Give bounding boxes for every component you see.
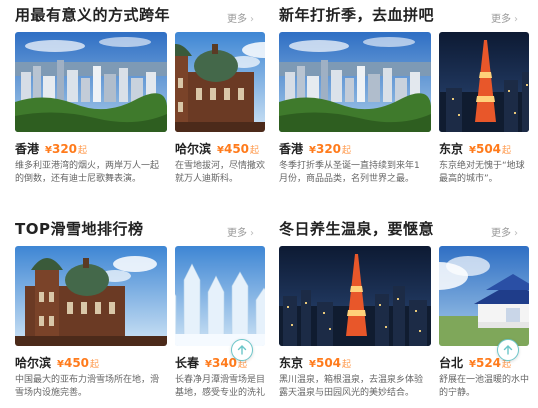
destination-desc: 在雪地拔河，尽情撒欢 就万人迪斯科。 xyxy=(175,161,266,184)
section-shopping: 新年打折季，去血拼吧 更多 › 香港 ¥320起 冬季打折季从圣诞一直持续到来年1 月… xyxy=(279,4,533,202)
destination-image xyxy=(15,32,167,132)
city-name: 长春 xyxy=(175,356,200,370)
city-name: 香港 xyxy=(279,142,304,156)
city-name: 东京 xyxy=(439,142,464,156)
destination-card[interactable]: 长春 ¥340起 长春净月潭滑雪场是目 基地，感受专业的洗礼 xyxy=(175,246,265,408)
price: ¥320起 xyxy=(309,142,352,156)
arrow-up-icon xyxy=(237,345,247,355)
destination-image xyxy=(175,246,265,346)
chevron-right-icon: › xyxy=(514,14,518,25)
section-title: 冬日养生温泉，要惬意 xyxy=(279,220,435,238)
destination-desc: 维多利亚港湾的烟火，两岸万人一起 的倒数，还有迪士尼歌舞表演。 xyxy=(15,161,160,184)
destination-desc: 冬季打折季从圣诞一直持续到来年1 月份，商品品类，名列世界之最。 xyxy=(279,161,420,184)
back-to-top-button[interactable] xyxy=(497,339,519,361)
more-label: 更多 xyxy=(491,14,511,25)
destination-desc: 东京绝对无愧于“地球 最高的城市”。 xyxy=(439,161,525,184)
more-link[interactable]: 更多 › xyxy=(491,224,518,239)
more-label: 更多 xyxy=(227,228,247,239)
price: ¥504起 xyxy=(309,356,352,370)
destination-image xyxy=(439,32,529,132)
back-to-top-button[interactable] xyxy=(231,339,253,361)
destination-card[interactable]: 东京 ¥504起 东京绝对无愧于“地球 最高的城市”。 xyxy=(439,32,529,202)
section-new-year: 用最有意义的方式跨年 更多 › 香港 ¥320起 维多利亚港湾的烟火，两岸万人一起的… xyxy=(15,4,269,202)
destination-card[interactable]: 香港 ¥320起 冬季打折季从圣诞一直持续到来年1 月份，商品品类，名列世界之最。 xyxy=(279,32,431,202)
destination-image xyxy=(279,246,431,346)
destination-card[interactable]: 香港 ¥320起 维多利亚港湾的烟火，两岸万人一起 的倒数，还有迪士尼歌舞表演。 xyxy=(15,32,167,202)
more-link[interactable]: 更多 › xyxy=(491,10,518,25)
more-link[interactable]: 更多 › xyxy=(227,10,254,25)
price: ¥450起 xyxy=(217,142,260,156)
price: ¥504起 xyxy=(469,142,512,156)
destination-desc: 舒展在一池温暖的水中 的宁静。 xyxy=(439,375,530,398)
destination-card[interactable]: 东京 ¥504起 黑川温泉，箱根温泉，去温泉乡体验 露天温泉与田园风光的美妙结合。 xyxy=(279,246,431,408)
more-label: 更多 xyxy=(491,228,511,239)
more-label: 更多 xyxy=(227,14,247,25)
destination-desc: 长春净月潭滑雪场是目 基地，感受专业的洗礼 xyxy=(175,375,266,398)
arrow-up-icon xyxy=(503,345,513,355)
destination-image xyxy=(15,246,167,346)
chevron-right-icon: › xyxy=(250,228,254,239)
section-title: TOP滑雪地排行榜 xyxy=(15,220,144,238)
section-title: 用最有意义的方式跨年 xyxy=(15,6,171,24)
more-link[interactable]: 更多 › xyxy=(227,224,254,239)
destination-card[interactable]: 哈尔滨 ¥450起 在雪地拔河，尽情撒欢 就万人迪斯科。 xyxy=(175,32,265,202)
section-title: 新年打折季，去血拼吧 xyxy=(279,6,435,24)
destination-image xyxy=(279,32,431,132)
chevron-right-icon: › xyxy=(250,14,254,25)
city-name: 东京 xyxy=(279,356,304,370)
chevron-right-icon: › xyxy=(514,228,518,239)
destination-image xyxy=(175,32,265,132)
section-ski: TOP滑雪地排行榜 更多 › 哈尔滨 ¥450起 中国最大的亚布力滑雪场所在地，滑雪… xyxy=(15,218,269,408)
destination-desc: 中国最大的亚布力滑雪场所在地，滑 雪场内设施完善。 xyxy=(15,375,160,398)
destination-desc: 黑川温泉，箱根温泉，去温泉乡体验 露天温泉与田园风光的美妙结合。 xyxy=(279,375,424,398)
price: ¥320起 xyxy=(45,142,88,156)
city-name: 哈尔滨 xyxy=(175,142,212,156)
city-name: 台北 xyxy=(439,356,464,370)
destination-card[interactable]: 哈尔滨 ¥450起 中国最大的亚布力滑雪场所在地，滑 雪场内设施完善。 xyxy=(15,246,167,408)
city-name: 哈尔滨 xyxy=(15,356,52,370)
price: ¥450起 xyxy=(57,356,100,370)
section-hot-spring: 冬日养生温泉，要惬意 更多 › 东京 ¥504起 黑川温泉，箱根温泉，去温泉乡体验露… xyxy=(279,218,533,408)
destination-card[interactable]: 台北 ¥524起 舒展在一池温暖的水中 的宁静。 xyxy=(439,246,529,408)
destination-image xyxy=(439,246,529,346)
city-name: 香港 xyxy=(15,142,40,156)
